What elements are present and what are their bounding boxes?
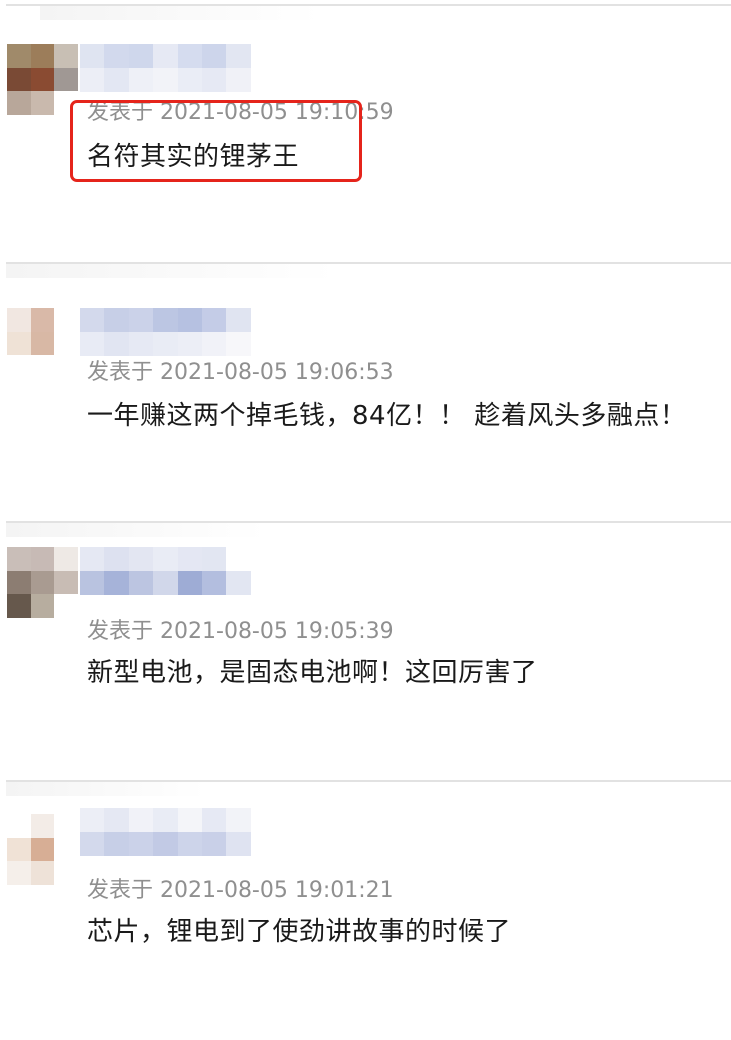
comment-timestamp: 2021-08-05 19:05:39 [160,619,394,644]
meta-prefix: 发表于 [87,360,154,385]
comment-text: 一年赚这两个掉毛钱，84亿！！ 趁着风头多融点！ [87,401,687,431]
username-blurred[interactable] [80,44,275,92]
comment-meta: 发表于 2021-08-05 19:06:53 [87,354,394,386]
comment-timestamp: 2021-08-05 19:06:53 [160,360,394,385]
username-blurred[interactable] [80,808,275,856]
avatar[interactable] [7,308,78,379]
comment-meta: 发表于 2021-08-05 19:05:39 [87,613,394,645]
highlight-box [70,100,362,182]
comment-item: 发表于 2021-08-05 19:01:21 芯片，锂电到了使劲讲故事的时候了 [0,782,731,1040]
comment-item: 发表于 2021-08-05 19:05:39 新型电池，是固态电池啊！这回厉害… [0,523,731,781]
avatar[interactable] [7,814,78,885]
avatar[interactable] [7,547,78,618]
avatar[interactable] [7,44,78,115]
username-blurred[interactable] [80,547,275,595]
comment-text: 芯片，锂电到了使劲讲故事的时候了 [87,917,512,947]
comment-text: 新型电池，是固态电池啊！这回厉害了 [87,658,538,688]
comment-item: 发表于 2021-08-05 19:10:59 名符其实的锂茅王 [0,0,731,258]
username-blurred[interactable] [80,308,275,356]
comment-timestamp: 2021-08-05 19:01:21 [160,878,394,903]
comment-meta: 发表于 2021-08-05 19:01:21 [87,872,394,904]
meta-prefix: 发表于 [87,619,154,644]
meta-prefix: 发表于 [87,878,154,903]
comment-item: 发表于 2021-08-05 19:06:53 一年赚这两个掉毛钱，84亿！！ … [0,264,731,522]
